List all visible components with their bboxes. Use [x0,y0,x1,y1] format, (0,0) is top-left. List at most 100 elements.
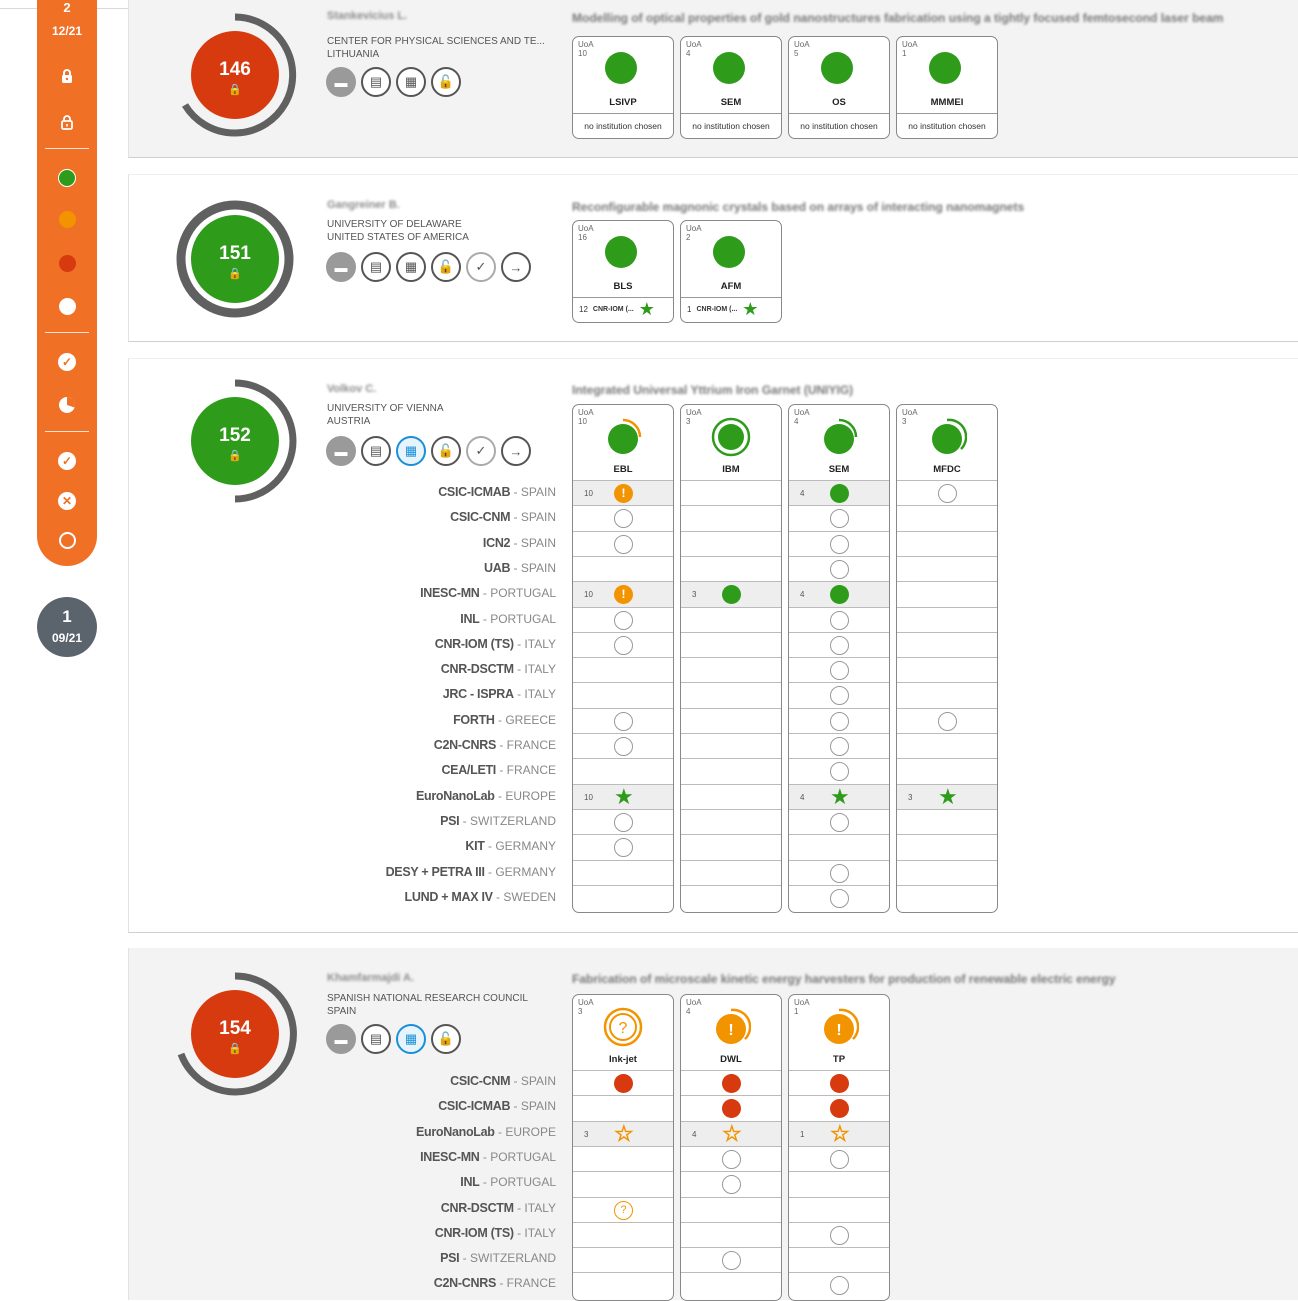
empty-circle-icon[interactable] [614,711,633,731]
institution-cell[interactable]: 3 ☆ [573,1120,673,1147]
institution-cell[interactable] [789,884,889,911]
institution-cell[interactable] [897,555,997,582]
technique-box[interactable]: UoA 2 AFM 1 CNR-IOM (... ★ [680,220,782,323]
institution-choice[interactable]: 1 CNR-IOM (... ★ [681,297,781,321]
institution-cell[interactable] [897,657,997,683]
technique-box[interactable]: UoA 10 EBL 10! 10! 10 ★ [572,404,674,914]
star-icon[interactable]: ★ [830,785,850,807]
institution-cell[interactable]: 4 [789,581,889,608]
institution-cell[interactable] [681,1247,781,1273]
institution-cell[interactable] [573,555,673,582]
empty-circle-icon[interactable] [830,661,849,681]
technique-box[interactable]: UoA 5 OS no institution chosen [788,36,890,139]
month-date[interactable]: 12/21 [37,24,97,38]
empty-circle-icon[interactable] [830,610,849,630]
institution-cell[interactable] [681,1070,781,1096]
institution-cell[interactable] [573,707,673,734]
empty-circle-icon[interactable] [938,711,957,731]
institution-cell[interactable] [573,530,673,557]
institution-cell[interactable] [573,1247,673,1273]
institution-cell[interactable] [789,808,889,835]
technique-box[interactable]: UoA 1 MMMEI no institution chosen [896,36,998,139]
institution-cell[interactable] [681,707,781,734]
empty-circle-icon[interactable] [614,838,633,858]
institution-cell[interactable] [681,783,781,810]
institution-cell[interactable] [789,1171,889,1197]
star-outline-icon[interactable]: ☆ [722,1122,742,1144]
institution-cell[interactable] [573,1070,673,1096]
empty-circle-icon[interactable] [830,1225,849,1245]
institution-choice[interactable]: no institution chosen [789,113,889,138]
technique-box[interactable]: UoA 3 IBM 3 [680,404,782,914]
institution-cell[interactable]: 1 ☆ [789,1120,889,1147]
proposal-title[interactable]: Reconfigurable magnonic crystals based o… [572,200,1024,214]
month-number[interactable]: 2 [37,0,97,15]
comments-icon[interactable]: ▬ [326,67,356,97]
question-icon[interactable]: ? [614,1200,633,1220]
empty-circle-icon[interactable] [830,1276,849,1296]
institution-choice[interactable]: no institution chosen [681,113,781,138]
institution-cell[interactable] [681,631,781,658]
institution-cell[interactable] [789,606,889,633]
star-outline-icon[interactable]: ☆ [830,1122,850,1144]
institution-cell[interactable] [897,707,997,734]
institution-choice[interactable]: no institution chosen [897,113,997,138]
green-dot-icon[interactable] [830,484,849,503]
empty-circle-icon[interactable] [722,1251,741,1271]
institution-choice[interactable]: 12 CNR-IOM (... ★ [573,297,673,321]
institution-cell[interactable] [573,1272,673,1298]
institution-cell[interactable] [789,1247,889,1273]
pi-name[interactable]: Stankevicius L. [327,10,407,22]
star-icon[interactable]: ★ [614,785,634,807]
institution-cell[interactable] [789,631,889,658]
technique-box[interactable]: UoA 3 MFDC 3 ★ [896,404,998,914]
check-circle-icon[interactable]: ✓ [466,436,496,466]
institution-cell[interactable] [681,1145,781,1172]
institution-cell[interactable] [681,555,781,582]
green-dot-icon[interactable] [830,585,849,605]
institution-cell[interactable] [573,808,673,835]
institution-cell[interactable] [681,682,781,708]
document-icon[interactable]: ▤ [361,436,391,466]
pi-name[interactable]: Gangreiner B. [327,199,400,211]
institution-cell[interactable] [573,758,673,784]
institution-cell[interactable] [681,505,781,531]
institution-cell[interactable] [897,530,997,557]
grid-icon[interactable]: ▦ [396,67,426,97]
empty-circle-icon[interactable] [830,635,849,655]
institution-cell[interactable] [681,1272,781,1298]
green-dot-icon[interactable] [722,585,741,605]
institution-cell[interactable] [681,480,781,506]
check-circle-icon[interactable]: ✓ [58,353,76,371]
empty-circle-icon[interactable] [830,888,849,908]
comments-icon[interactable]: ▬ [326,1024,356,1054]
institution-cell[interactable] [681,1196,781,1223]
technique-box[interactable]: UoA 4 SEM no institution chosen [680,36,782,139]
proposal-title[interactable]: Modelling of optical properties of gold … [572,11,1223,25]
institution-cell[interactable] [897,631,997,658]
warning-icon[interactable]: ! [614,484,633,503]
institution-cell[interactable] [789,530,889,557]
orange-dot-icon[interactable] [58,210,76,228]
proposal-title[interactable]: Integrated Universal Yttrium Iron Garnet… [572,383,853,397]
score-ring[interactable]: 152 🔒 [173,379,297,503]
star-outline-icon[interactable]: ☆ [614,1122,634,1144]
lock-solid-icon[interactable] [58,67,76,85]
institution-cell[interactable]: 3 ★ [897,783,997,810]
institution-cell[interactable] [789,1145,889,1172]
institution-cell[interactable] [573,1171,673,1197]
institution-cell[interactable] [681,1221,781,1248]
warning-icon[interactable]: ! [614,585,633,605]
red-dot-icon[interactable] [722,1099,741,1119]
pie-icon[interactable] [58,396,76,414]
green-dot-icon[interactable] [58,169,76,187]
institution-cell[interactable]: 10! [573,480,673,506]
comments-icon[interactable]: ▬ [326,436,356,466]
institution-cell[interactable] [681,1095,781,1121]
institution-cell[interactable]: 3 [681,581,781,608]
comments-icon[interactable]: ▬ [326,252,356,282]
institution-cell[interactable] [573,1095,673,1121]
institution-cell[interactable] [897,884,997,911]
lock-open-icon[interactable]: 🔓 [431,252,461,282]
empty-circle-icon[interactable] [722,1149,741,1169]
